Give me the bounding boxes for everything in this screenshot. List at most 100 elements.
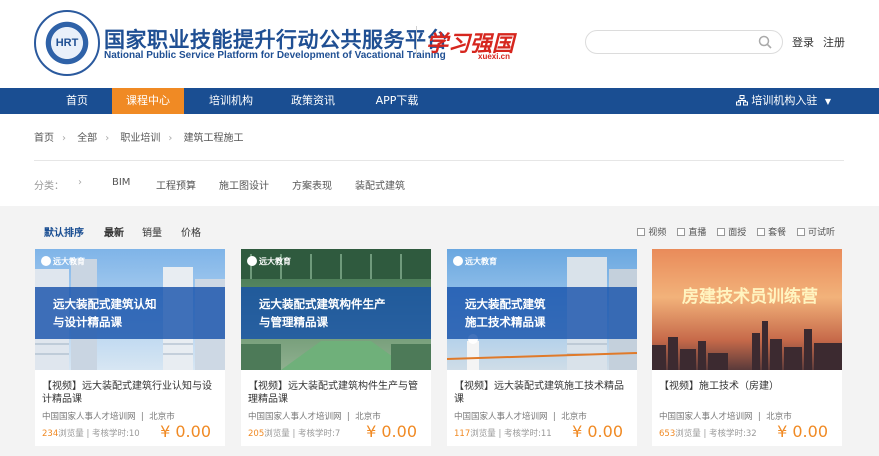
course-stats: 117浏览量 | 考核学时:11 [454, 429, 552, 439]
course-price: ¥ 0.00 [777, 422, 828, 441]
filter-trial-label: 可试听 [807, 228, 835, 238]
course-title[interactable]: 【视频】远大装配式建筑构件生产与管理精品课 [248, 380, 426, 406]
category-budget[interactable]: 工程预算 [156, 177, 196, 192]
checkbox[interactable] [796, 228, 805, 236]
filter-offline[interactable]: 面授 [717, 225, 746, 238]
thumb-brand-text: 远大教育 [259, 257, 291, 266]
course-thumbnail[interactable]: 远大教育 远大装配式建筑认知 与设计精品课 [35, 249, 225, 370]
course-card[interactable]: 远大教育 远大装配式建筑构件生产 与管理精品课 【视频】远大装配式建筑构件生产与… [241, 249, 431, 446]
category-presentation[interactable]: 方案表现 [292, 177, 332, 192]
exam-hours: 考核学时:10 [92, 429, 140, 439]
course-card[interactable]: 房建技术员训练营 【视频】施工技术（房建） 中国国家人事人才培训网 | 北京市 … [652, 249, 842, 446]
sort-price[interactable]: 价格 [181, 224, 201, 239]
city-skyline-illustration [652, 321, 842, 370]
breadcrumb-vocational[interactable]: 职业培训 [120, 133, 160, 144]
exam-hours: 考核学时:7 [298, 429, 341, 439]
category-bim[interactable]: BIM [112, 177, 130, 188]
category-prefab[interactable]: 装配式建筑 [355, 177, 405, 192]
breadcrumb-home[interactable]: 首页 [34, 133, 54, 144]
sort-sales[interactable]: 销量 [142, 224, 162, 239]
view-suffix: 浏览量 [58, 429, 84, 439]
filter-offline-label: 面授 [728, 228, 747, 238]
course-stats: 653浏览量 | 考核学时:32 [659, 429, 757, 439]
type-filters: 视频 直播 面授 套餐 可试听 [629, 225, 835, 238]
thumb-brand: 远大教育 [41, 256, 85, 267]
course-thumbnail[interactable]: 远大教育 远大装配式建筑 施工技术精品课 [447, 249, 637, 370]
register-link[interactable]: 注册 [823, 34, 845, 50]
divider [34, 160, 844, 161]
nav-app-download[interactable]: APP下载 [362, 88, 432, 114]
header-divider [416, 26, 417, 58]
thumb-banner [241, 287, 431, 339]
sort-default[interactable]: 默认排序 [44, 224, 84, 239]
brand-logo-icon [247, 256, 257, 266]
login-link[interactable]: 登录 [792, 34, 814, 50]
category-label: 分类： [34, 181, 64, 192]
category-filter: 分类： › BIM 工程预算 施工图设计 方案表现 装配式建筑 [34, 177, 534, 192]
filter-video[interactable]: 视频 [637, 225, 666, 238]
thumb-banner [35, 287, 225, 339]
thumb-title-line1: 房建技术员训练营 [682, 287, 818, 307]
thumb-title-line2: 与设计精品课 [53, 315, 122, 329]
brand-logo-icon [41, 256, 51, 266]
provider-city: 北京市 [149, 412, 175, 422]
exam-hours: 考核学时:32 [709, 429, 757, 439]
thumb-brand: 远大教育 [247, 256, 291, 267]
checkbox[interactable] [637, 228, 646, 236]
checkbox[interactable] [717, 228, 726, 236]
provider-name: 中国国家人事人才培训网 [454, 412, 548, 422]
view-count: 117 [454, 429, 471, 439]
thumb-title-line2: 施工技术精品课 [465, 315, 546, 329]
thumb-brand-text: 远大教育 [53, 257, 85, 266]
sort-latest[interactable]: 最新 [104, 224, 124, 239]
course-stats: 234浏览量 | 考核学时:10 [42, 429, 140, 439]
platform-logo[interactable]: HRT [34, 10, 100, 76]
org-chart-icon [736, 95, 749, 106]
nav-training-institutions[interactable]: 培训机构 [196, 88, 266, 114]
institution-join-menu[interactable]: 培训机构入驻 ▼ [736, 88, 831, 114]
search-input[interactable] [585, 30, 783, 54]
brand-logo-icon [453, 256, 463, 266]
provider-city: 北京市 [561, 412, 587, 422]
thumb-title-line1: 远大装配式建筑构件生产 [259, 297, 386, 311]
course-provider: 中国国家人事人才培训网 | 北京市 [42, 412, 175, 422]
breadcrumb: 首页 › 全部 › 职业培训 › 建筑工程施工 [34, 129, 244, 144]
nav-course-center[interactable]: 课程中心 [112, 88, 184, 114]
course-thumbnail[interactable]: 房建技术员训练营 [652, 249, 842, 370]
category-drawing[interactable]: 施工图设计 [219, 177, 269, 192]
main-nav: 首页 课程中心 培训机构 政策资讯 APP下载 培训机构入驻 ▼ [0, 88, 879, 114]
site-header: HRT 国家职业技能提升行动公共服务平台 National Public Ser… [0, 0, 879, 88]
course-provider: 中国国家人事人才培训网 | 北京市 [248, 412, 381, 422]
course-price: ¥ 0.00 [366, 422, 417, 441]
course-price: ¥ 0.00 [572, 422, 623, 441]
search-icon[interactable] [758, 35, 772, 49]
provider-city: 北京市 [766, 412, 792, 422]
provider-name: 中国国家人事人才培训网 [248, 412, 342, 422]
thumb-title-line2: 与管理精品课 [259, 315, 328, 329]
chevron-right-icon: › [105, 133, 110, 144]
filter-package[interactable]: 套餐 [757, 225, 786, 238]
course-thumbnail[interactable]: 远大教育 远大装配式建筑构件生产 与管理精品课 [241, 249, 431, 370]
thumb-title-line1: 远大装配式建筑 [465, 297, 546, 311]
logo-text: HRT [55, 37, 79, 49]
course-title[interactable]: 【视频】远大装配式建筑施工技术精品课 [454, 380, 632, 406]
filter-trial[interactable]: 可试听 [796, 225, 835, 238]
exam-hours: 考核学时:11 [504, 429, 552, 439]
course-card[interactable]: 远大教育 远大装配式建筑 施工技术精品课 【视频】远大装配式建筑施工技术精品课 … [447, 249, 637, 446]
breadcrumb-all[interactable]: 全部 [77, 133, 97, 144]
course-card[interactable]: 远大教育 远大装配式建筑认知 与设计精品课 【视频】远大装配式建筑行业认知与设计… [35, 249, 225, 446]
course-title[interactable]: 【视频】施工技术（房建） [659, 380, 837, 393]
nav-policy-news[interactable]: 政策资讯 [278, 88, 348, 114]
view-suffix: 浏览量 [470, 429, 496, 439]
filter-live-label: 直播 [688, 228, 707, 238]
checkbox[interactable] [677, 228, 686, 236]
course-title[interactable]: 【视频】远大装配式建筑行业认知与设计精品课 [42, 380, 220, 406]
provider-city: 北京市 [355, 412, 381, 422]
filter-video-label: 视频 [648, 228, 667, 238]
filter-live[interactable]: 直播 [677, 225, 706, 238]
checkbox[interactable] [757, 228, 766, 236]
institution-join-label: 培训机构入驻 [751, 94, 818, 107]
course-provider: 中国国家人事人才培训网 | 北京市 [454, 412, 587, 422]
thumb-brand-text: 远大教育 [465, 257, 497, 266]
nav-home[interactable]: 首页 [52, 88, 102, 114]
